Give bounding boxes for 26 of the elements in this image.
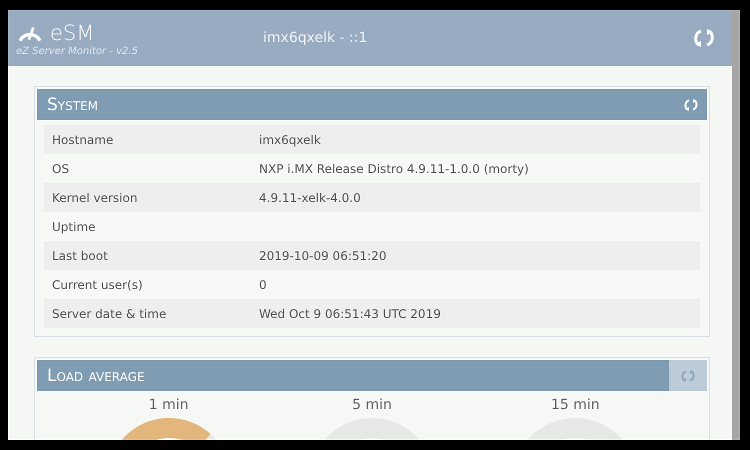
row-value: NXP i.MX Release Distro 4.9.11-1.0.0 (morty) bbox=[259, 162, 529, 176]
row-label: Hostname bbox=[51, 132, 114, 146]
row-label: Kernel version bbox=[51, 190, 138, 204]
row-label: Server date & time bbox=[51, 306, 168, 320]
row-label: Uptime bbox=[51, 220, 97, 234]
refresh-icon[interactable] bbox=[683, 96, 699, 112]
row-value: 0 bbox=[259, 278, 267, 292]
app-subtitle: eZ Server Monitor - v2.5 bbox=[16, 46, 139, 57]
refresh-button[interactable] bbox=[669, 360, 707, 391]
row-label: Last boot bbox=[51, 248, 109, 262]
scrollbar[interactable] bbox=[732, 10, 740, 440]
gauge-label: 15 min bbox=[550, 397, 600, 413]
row-value: 2019-10-09 06:51:20 bbox=[259, 248, 386, 262]
row-value: Wed Oct 9 06:51:43 UTC 2019 bbox=[259, 306, 441, 320]
host-name: imx6qxelk - ::1 bbox=[263, 30, 368, 46]
row-value: 4.9.11-xelk-4.0.0 bbox=[259, 190, 361, 204]
app-logo: eSM bbox=[50, 21, 94, 45]
refresh-icon bbox=[680, 368, 696, 384]
panel-title: System bbox=[47, 94, 98, 114]
row-value: imx6qxelk bbox=[259, 132, 321, 146]
row-label: OS bbox=[51, 162, 70, 176]
gauge-label: 5 min bbox=[352, 397, 392, 413]
panel-title: Load average bbox=[47, 366, 145, 386]
gauge-label: 1 min bbox=[148, 397, 189, 413]
row-label: Current user(s) bbox=[51, 278, 144, 292]
refresh-icon[interactable] bbox=[692, 26, 716, 50]
